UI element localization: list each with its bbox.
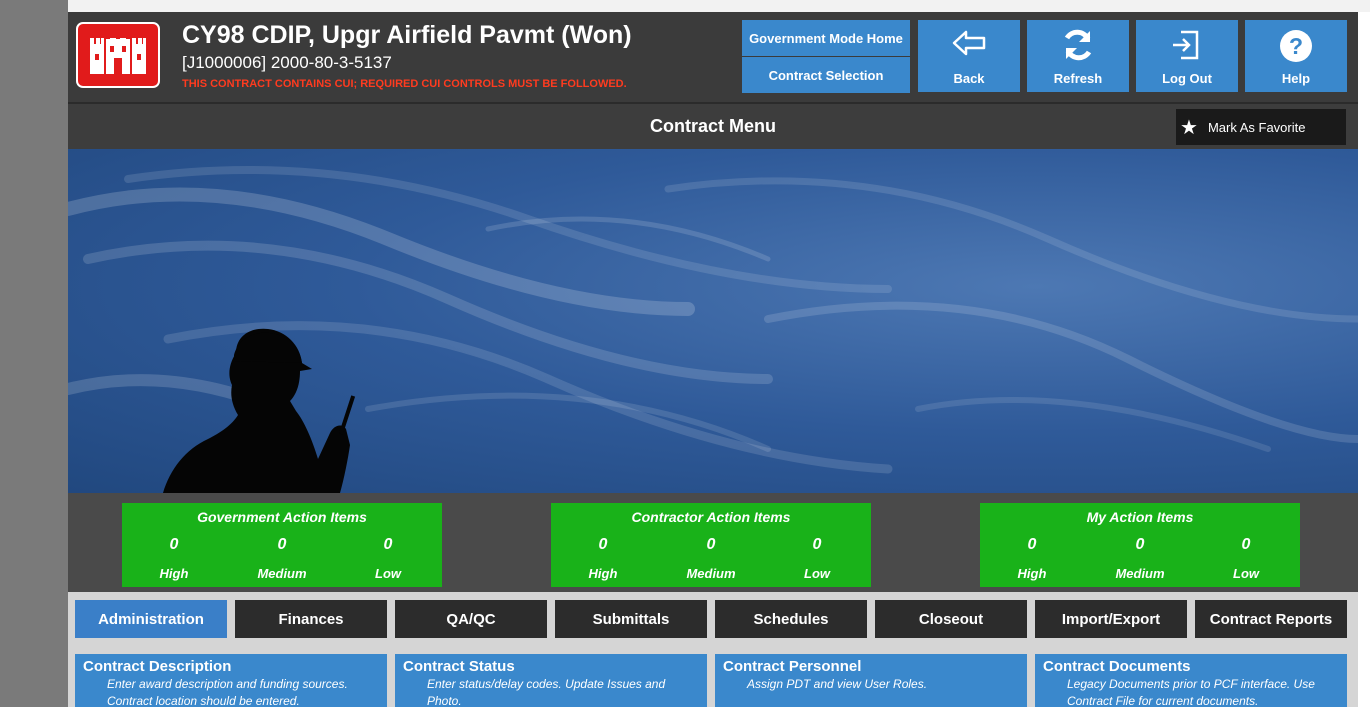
- refresh-button[interactable]: Refresh: [1027, 20, 1129, 92]
- card-description: Assign PDT and view User Roles.: [747, 677, 928, 691]
- back-button[interactable]: Back: [918, 20, 1020, 92]
- tab-qa-qc[interactable]: QA/QC: [395, 600, 547, 638]
- castle-icon[interactable]: [76, 22, 160, 88]
- cui-warning: THIS CONTRACT CONTAINS CUI; REQUIRED CUI…: [182, 78, 627, 90]
- logout-label: Log Out: [1162, 71, 1212, 86]
- low-count[interactable]: 0: [348, 536, 428, 554]
- tab-contract-reports[interactable]: Contract Reports: [1195, 600, 1347, 638]
- help-icon: ?: [1280, 30, 1312, 62]
- action-items-bar: Government Action Items 0 0 0 High Mediu…: [68, 493, 1358, 592]
- medium-count[interactable]: 0: [242, 536, 322, 554]
- tabs-area: Administration Finances QA/QC Submittals…: [68, 592, 1358, 707]
- refresh-label: Refresh: [1053, 71, 1103, 86]
- card-contract-personnel[interactable]: Contract Personnel Assign PDT and view U…: [715, 654, 1027, 707]
- left-gutter: [0, 0, 68, 707]
- hero-banner-image: [68, 149, 1358, 493]
- card-title: Contract Personnel: [723, 658, 862, 675]
- card-contract-documents[interactable]: Contract Documents Legacy Documents prio…: [1035, 654, 1347, 707]
- back-label: Back: [953, 71, 985, 86]
- action-title: Contractor Action Items: [631, 509, 791, 525]
- tab-administration[interactable]: Administration: [75, 600, 227, 638]
- high-count[interactable]: 0: [992, 536, 1072, 554]
- favorite-label: Mark As Favorite: [1207, 119, 1306, 135]
- tab-submittals[interactable]: Submittals: [555, 600, 707, 638]
- top-strip: [68, 0, 1370, 12]
- low-label: Low: [804, 566, 830, 581]
- back-arrow-icon: [952, 30, 986, 56]
- menu-bar: Contract Menu ★ Mark As Favorite: [68, 102, 1358, 150]
- worker-silhouette: [163, 328, 356, 493]
- svg-text:?: ?: [1289, 33, 1303, 59]
- contractor-action-items[interactable]: Contractor Action Items 0 0 0 High Mediu…: [551, 503, 871, 587]
- high-label: High: [1017, 566, 1047, 581]
- card-title: Contract Status: [403, 658, 515, 675]
- low-count[interactable]: 0: [777, 536, 857, 554]
- card-title: Contract Documents: [1043, 658, 1191, 675]
- low-label: Low: [1233, 566, 1259, 581]
- contract-selection-button[interactable]: Contract Selection: [742, 57, 910, 93]
- tab-finances[interactable]: Finances: [235, 600, 387, 638]
- medium-count[interactable]: 0: [1100, 536, 1180, 554]
- low-count[interactable]: 0: [1206, 536, 1286, 554]
- contract-id: [J1000006] 2000-80-3-5137: [182, 53, 392, 72]
- help-button[interactable]: ? Help: [1245, 20, 1347, 92]
- header: CY98 CDIP, Upgr Airfield Pavmt (Won) [J1…: [68, 12, 1358, 102]
- action-title: Government Action Items: [197, 509, 367, 525]
- help-label: Help: [1281, 71, 1311, 86]
- refresh-icon: [1064, 29, 1092, 61]
- tab-import-export[interactable]: Import/Export: [1035, 600, 1187, 638]
- card-contract-description[interactable]: Contract Description Enter award descrip…: [75, 654, 387, 707]
- medium-label: Medium: [686, 566, 736, 581]
- star-icon: ★: [1180, 116, 1198, 139]
- contract-menu-title: Contract Menu: [650, 116, 776, 136]
- card-description: Enter award description and funding sour…: [107, 677, 348, 707]
- action-title: My Action Items: [1086, 509, 1194, 525]
- low-label: Low: [375, 566, 401, 581]
- card-contract-status[interactable]: Contract Status Enter status/delay codes…: [395, 654, 707, 707]
- card-description: Legacy Documents prior to PCF interface.…: [1067, 677, 1315, 707]
- medium-label: Medium: [257, 566, 307, 581]
- card-description: Enter status/delay codes. Update Issues …: [427, 677, 666, 707]
- my-action-items[interactable]: My Action Items 0 0 0 High Medium Low: [980, 503, 1300, 587]
- medium-label: Medium: [1115, 566, 1165, 581]
- tab-closeout[interactable]: Closeout: [875, 600, 1027, 638]
- high-label: High: [588, 566, 618, 581]
- app-window: CY98 CDIP, Upgr Airfield Pavmt (Won) [J1…: [68, 12, 1358, 707]
- mark-as-favorite-button[interactable]: ★ Mark As Favorite: [1176, 109, 1346, 145]
- high-label: High: [159, 566, 189, 581]
- logout-button[interactable]: Log Out: [1136, 20, 1238, 92]
- medium-count[interactable]: 0: [671, 536, 751, 554]
- high-count[interactable]: 0: [134, 536, 214, 554]
- tab-schedules[interactable]: Schedules: [715, 600, 867, 638]
- government-mode-home-button[interactable]: Government Mode Home: [742, 20, 910, 56]
- high-count[interactable]: 0: [563, 536, 643, 554]
- card-title: Contract Description: [83, 658, 232, 675]
- contract-title: CY98 CDIP, Upgr Airfield Pavmt (Won): [182, 21, 632, 49]
- logout-icon: [1173, 30, 1199, 60]
- government-action-items[interactable]: Government Action Items 0 0 0 High Mediu…: [122, 503, 442, 587]
